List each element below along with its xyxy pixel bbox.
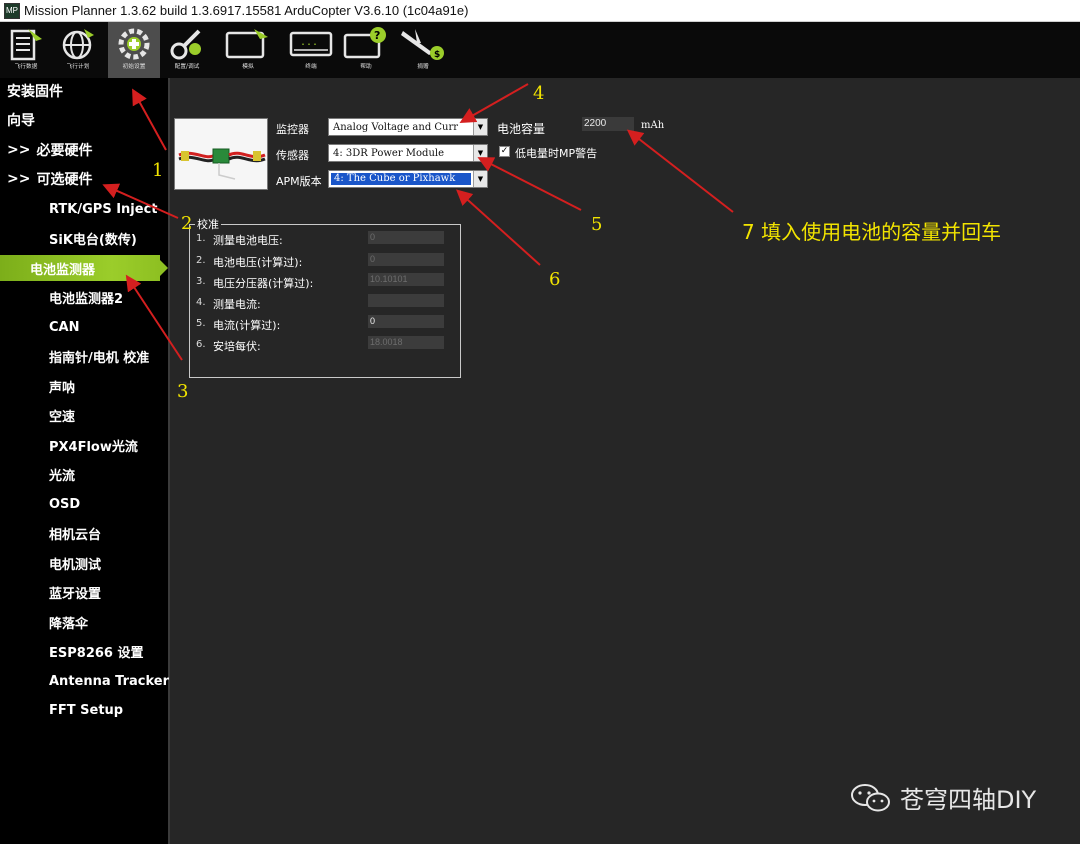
annotation-1: 1 [152, 160, 164, 181]
sidebar-item-osd[interactable]: OSD [0, 491, 168, 517]
flight-data-icon [10, 29, 42, 61]
sidebar-item-sik-radio[interactable]: SiK电台(数传) [0, 225, 168, 251]
sensor-label: 传感器 [276, 149, 309, 162]
power-module-picture [178, 148, 266, 180]
sidebar-item-battery-monitor[interactable]: 电池监测器 [0, 255, 168, 281]
expand-chevron-icon: >> [7, 142, 31, 158]
current-calc-value: 0 [368, 315, 444, 328]
sidebar-item-compass-motor-calib[interactable]: 指南针/电机 校准 [0, 343, 168, 369]
mission-planner-logo-icon: MP [4, 2, 20, 19]
dropdown-arrow-icon[interactable]: ▼ [473, 119, 487, 135]
measured-battery-voltage-input[interactable]: 0 [368, 231, 444, 244]
calib-row-number: 4. [196, 297, 206, 308]
toolbar-help[interactable]: ? 帮助 [342, 22, 390, 78]
sidebar-item-battery-monitor-2[interactable]: 电池监测器2 [0, 284, 168, 310]
svg-text:...: ... [300, 37, 318, 48]
amps-per-volt-label: 安培每伏: [213, 340, 261, 353]
power-module-image [174, 118, 268, 190]
calib-row-number: 2. [196, 255, 206, 266]
sidebar-item-optical-flow[interactable]: 光流 [0, 461, 168, 487]
monitor-select[interactable]: Analog Voltage and Curr ▼ [328, 118, 488, 136]
toolbar-flight-data[interactable]: 飞行数据 [4, 22, 48, 78]
flight-plan-icon [62, 29, 94, 60]
sidebar-item-motor-test[interactable]: 电机测试 [0, 550, 168, 576]
toolbar-initial-setup[interactable]: 初始设置 [108, 22, 160, 78]
sidebar-item-px4flow[interactable]: PX4Flow光流 [0, 432, 168, 458]
sidebar-item-camera-gimbal[interactable]: 相机云台 [0, 520, 168, 546]
battery-capacity-input[interactable]: 2200 [582, 117, 634, 131]
toolbar-donate[interactable]: $ 捐赠 [398, 22, 448, 78]
svg-text:$: $ [434, 50, 440, 60]
watermark: 苍穹四轴DIY [850, 780, 1036, 815]
current-calc-label: 电流(计算过): [213, 319, 281, 332]
sidebar-item-parachute[interactable]: 降落伞 [0, 609, 168, 635]
initial-setup-icon [118, 28, 150, 60]
expand-chevron-icon: >> [7, 171, 31, 187]
battery-voltage-calc-label: 电池电压(计算过): [213, 256, 303, 269]
voltage-divider-label: 电压分压器(计算过): [213, 277, 314, 290]
mp-alert-label: 低电量时MP警告 [515, 147, 598, 160]
sidebar-item-rtk-gps-inject[interactable]: RTK/GPS Inject [0, 196, 168, 222]
help-icon: ? [343, 27, 386, 59]
sidebar-item-sonar[interactable]: 声呐 [0, 373, 168, 399]
sidebar-item-fft-setup[interactable]: FFT Setup [0, 697, 168, 723]
apm-version-select[interactable]: 4: The Cube or Pixhawk ▼ [328, 170, 488, 188]
apm-version-label: APM版本 [276, 175, 322, 188]
measured-current-label: 测量电流: [213, 298, 261, 311]
calib-row-number: 1. [196, 233, 206, 244]
toolbar-flight-plan[interactable]: 飞行计划 [55, 22, 101, 78]
sidebar-item-esp8266[interactable]: ESP8266 设置 [0, 638, 168, 664]
measured-current-input[interactable] [368, 294, 444, 307]
battery-monitor-panel [170, 78, 1080, 844]
toolbar-terminal[interactable]: ... 终端 [288, 22, 334, 78]
window-title: Mission Planner 1.3.62 build 1.3.6917.15… [24, 3, 469, 18]
calibration-title: 校准 [195, 216, 221, 232]
title-bar: MP Mission Planner 1.3.62 build 1.3.6917… [0, 0, 1080, 22]
svg-text:?: ? [374, 29, 380, 42]
main-toolbar: 飞行数据 飞行计划 初始设置 配置/调试 模拟 ... 终端 ? 帮助 $ 捐赠 [0, 22, 1080, 78]
toolbar-config-tuning[interactable]: 配置/调试 [164, 22, 210, 78]
annotation-3: 3 [177, 381, 189, 402]
sidebar-item-wizard[interactable]: 向导 [0, 107, 168, 133]
calib-row-number: 3. [196, 276, 206, 287]
battery-voltage-calc-value: 0 [368, 253, 444, 266]
sidebar-item-antenna-tracker[interactable]: Antenna Tracker [0, 668, 169, 694]
watermark-text: 苍穹四轴DIY [900, 786, 1037, 814]
terminal-icon: ... [289, 31, 333, 57]
sidebar-item-bluetooth[interactable]: 蓝牙设置 [0, 579, 168, 605]
sidebar-item-optional-hardware[interactable]: >> 可选硬件 [0, 166, 168, 192]
donate-icon: $ [401, 29, 444, 60]
sensor-select[interactable]: 4: 3DR Power Module ▼ [328, 144, 488, 162]
dropdown-arrow-icon[interactable]: ▼ [473, 171, 487, 187]
toolbar-simulation[interactable]: 模拟 [222, 22, 274, 78]
monitor-label: 监控器 [276, 123, 309, 136]
annotation-6: 6 [549, 269, 561, 290]
sidebar-item-can[interactable]: CAN [0, 314, 168, 340]
annotation-2: 2 [181, 213, 193, 234]
annotation-4: 4 [533, 83, 545, 104]
measured-battery-voltage-label: 测量电池电压: [213, 234, 283, 247]
sidebar-item-airspeed[interactable]: 空速 [0, 402, 168, 428]
wechat-icon [850, 782, 892, 814]
capacity-unit: mAh [641, 120, 665, 131]
voltage-divider-value: 10.10101 [368, 273, 444, 286]
annotation-5: 5 [591, 214, 603, 235]
sidebar-item-install-firmware[interactable]: 安装固件 [0, 78, 168, 104]
annotation-7: 7 填入使用电池的容量并回车 [742, 220, 1002, 244]
sidebar-item-mandatory-hardware[interactable]: >> 必要硬件 [0, 137, 168, 163]
calib-row-number: 6. [196, 339, 206, 350]
amps-per-volt-value: 18.0018 [368, 336, 444, 349]
dropdown-arrow-icon[interactable]: ▼ [473, 145, 487, 161]
calib-row-number: 5. [196, 318, 206, 329]
simulation-icon [225, 29, 268, 59]
battery-capacity-label: 电池容量 [497, 122, 546, 136]
config-tuning-icon [170, 29, 201, 60]
mp-alert-checkbox[interactable]: ✓ [499, 146, 510, 157]
